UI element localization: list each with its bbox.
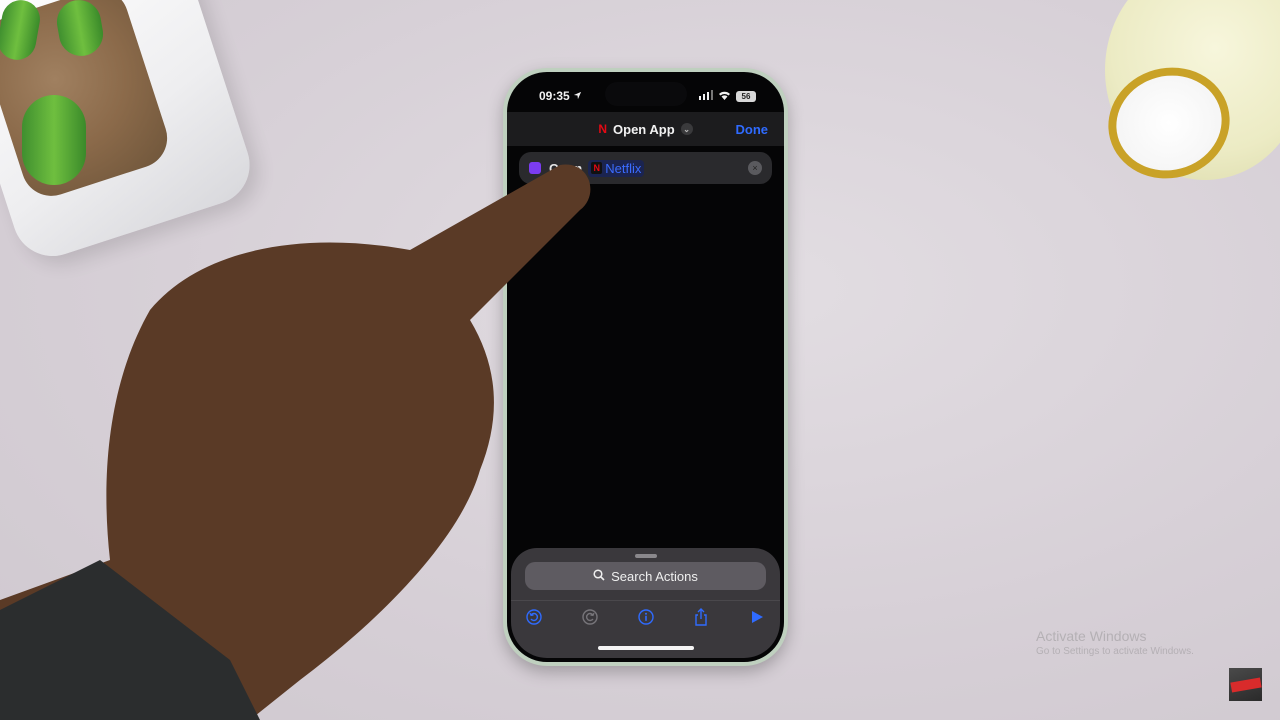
wifi-icon [718,89,731,103]
remove-action-button[interactable]: × [748,161,762,175]
windows-activation-watermark: Activate Windows Go to Settings to activ… [1036,628,1194,657]
location-arrow-icon [573,89,582,103]
phone-screen: 09:35 56 N Open App ⌄ Done Open N Netfli… [507,72,784,662]
search-placeholder: Search Actions [611,568,698,584]
action-verb: Open [549,160,583,176]
open-app-action[interactable]: Open N Netflix × [519,152,772,184]
home-indicator [597,646,694,650]
app-parameter-token[interactable]: N Netflix [588,159,645,177]
netflix-app-icon: N [591,162,603,174]
status-bar: 09:35 56 [507,86,784,106]
chevron-down-icon: ⌄ [680,123,693,135]
sheet-grabber[interactable] [634,554,657,558]
app-name: Netflix [605,160,642,176]
run-play-icon[interactable] [748,608,766,626]
info-icon[interactable] [637,608,655,626]
redo-icon[interactable] [581,608,599,626]
open-app-action-icon [529,162,541,174]
search-actions-field[interactable]: Search Actions [525,562,766,590]
done-button[interactable]: Done [736,122,769,137]
undo-icon[interactable] [525,608,543,626]
plant-leaf [22,95,86,185]
phone: 09:35 56 N Open App ⌄ Done Open N Netfli… [503,68,788,666]
nav-bar: N Open App ⌄ Done [507,112,784,146]
toolbar-divider [511,600,780,601]
netflix-app-icon: N [598,122,608,136]
shortcut-title-menu[interactable]: N Open App ⌄ [598,121,693,137]
watermark-line1: Activate Windows [1036,628,1147,644]
cellular-signal-icon [699,89,713,103]
battery-indicator: 56 [736,90,756,102]
shortcut-title: Open App [613,121,675,137]
watermark-line2: Go to Settings to activate Windows. [1036,646,1194,657]
status-time: 09:35 [539,89,570,103]
channel-logo [1229,668,1262,701]
search-icon [593,568,605,584]
editor-toolbar [525,606,766,628]
actions-bottom-sheet: Search Actions [511,548,780,658]
share-icon[interactable] [692,608,710,626]
